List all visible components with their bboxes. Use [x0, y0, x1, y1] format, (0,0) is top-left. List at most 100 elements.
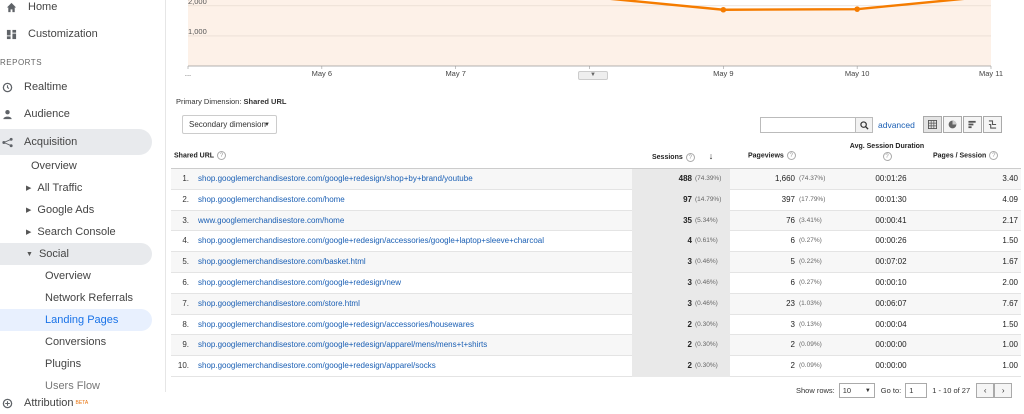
- sessions-percent: (0.61%): [695, 237, 718, 245]
- pageviews-percent: (0.13%): [799, 320, 822, 328]
- sessions-value: 488: [678, 174, 692, 183]
- x-tick-label: May 11: [979, 69, 1003, 78]
- show-rows-select[interactable]: 10 ▼: [838, 383, 875, 398]
- sidebar-item-plugins[interactable]: Plugins: [45, 353, 81, 375]
- shared-url-link[interactable]: shop.googlemerchandisestore.com/google+r…: [198, 335, 487, 356]
- pie-view-button[interactable]: [943, 116, 962, 133]
- help-icon[interactable]: ?: [217, 151, 227, 160]
- column-header-sessions[interactable]: Sessions? ↓: [652, 151, 713, 162]
- row-number: 8.: [182, 319, 189, 329]
- sessions-value: 3: [687, 257, 692, 267]
- sidebar-item-customization[interactable]: Customization: [4, 23, 98, 45]
- shared-url-link[interactable]: shop.googlemerchandisestore.com/google+r…: [198, 169, 473, 190]
- pageviews-percent: (17.79%): [799, 195, 826, 203]
- row-number: 5.: [182, 257, 189, 267]
- primary-dimension: Primary Dimension: Shared URL: [176, 97, 286, 106]
- sidebar-item-google-ads[interactable]: ▶ Google Ads: [26, 199, 94, 221]
- sidebar-item-label: Realtime: [24, 81, 68, 93]
- shared-url-link[interactable]: shop.googlemerchandisestore.com/store.ht…: [198, 294, 360, 315]
- pageviews-percent: (0.09%): [799, 362, 822, 370]
- row-number: 9.: [182, 340, 189, 350]
- sidebar-item-all-traffic[interactable]: ▶ All Traffic: [26, 177, 82, 199]
- pageviews-percent: (0.27%): [799, 278, 822, 286]
- column-header-pages-per-session[interactable]: Pages / Session?: [933, 151, 999, 160]
- chevron-right-icon: ›: [1001, 386, 1005, 395]
- sessions-value: 3: [687, 298, 692, 308]
- pageviews-value: 6: [790, 236, 795, 246]
- sidebar-item-label: Users Flow: [45, 380, 101, 392]
- sessions-value: 2: [687, 361, 692, 371]
- pageviews-percent: (0.22%): [799, 258, 822, 266]
- sidebar-item-realtime[interactable]: Realtime: [0, 76, 67, 98]
- pages-per-session-value: 1.50: [1002, 319, 1018, 329]
- sidebar-item-conversions[interactable]: Conversions: [45, 331, 106, 353]
- sidebar-item-attribution[interactable]: Attribution BETA: [0, 392, 166, 414]
- sidebar-item-label: Audience: [24, 108, 70, 120]
- sidebar: Home Customization REPORTS Realtime Audi…: [0, 0, 166, 414]
- help-icon[interactable]: ?: [989, 151, 999, 160]
- table-row: 1. shop.googlemerchandisestore.com/google…: [171, 169, 1021, 190]
- sidebar-item-search-console[interactable]: ▶ Search Console: [26, 221, 116, 243]
- help-icon[interactable]: ?: [882, 152, 892, 161]
- column-header-pageviews[interactable]: Pageviews?: [748, 151, 796, 160]
- sidebar-item-network-referrals[interactable]: Network Referrals: [45, 287, 133, 309]
- avg-session-duration-value: 00:06:07: [875, 298, 907, 308]
- sidebar-item-home[interactable]: Home: [4, 0, 57, 18]
- table-search-input[interactable]: [760, 117, 856, 133]
- shared-url-link[interactable]: shop.googlemerchandisestore.com/google+r…: [198, 273, 401, 294]
- sidebar-item-landing-pages[interactable]: Landing Pages: [0, 309, 152, 331]
- pages-per-session-value: 7.67: [1002, 298, 1018, 308]
- help-icon[interactable]: ?: [786, 151, 796, 160]
- pivot-view-button[interactable]: [983, 116, 1002, 133]
- sessions-percent: (0.46%): [695, 258, 718, 266]
- chevron-down-icon: ▼: [264, 121, 270, 128]
- pageviews-value: 6: [790, 277, 795, 287]
- column-header-shared-url[interactable]: Shared URL?: [174, 151, 227, 160]
- sidebar-item-label: Acquisition: [24, 136, 78, 148]
- avg-session-duration-value: 00:00:10: [875, 277, 907, 287]
- search-button[interactable]: [855, 117, 873, 133]
- prev-page-button[interactable]: ‹: [976, 383, 995, 398]
- next-page-button[interactable]: ›: [994, 383, 1013, 398]
- sidebar-item-label: Plugins: [45, 358, 82, 370]
- secondary-dimension-dropdown[interactable]: Secondary dimension ▼: [182, 115, 277, 134]
- shared-url-link[interactable]: shop.googlemerchandisestore.com/basket.h…: [198, 252, 366, 273]
- table-row: 9. shop.googlemerchandisestore.com/google…: [171, 335, 1021, 357]
- chevron-left-icon: ‹: [983, 386, 987, 395]
- sidebar-item-overview[interactable]: Overview: [31, 155, 77, 177]
- avg-session-duration-value: 00:01:30: [875, 194, 907, 204]
- avg-session-duration-value: 00:00:00: [875, 361, 907, 371]
- caret-right-icon: ▶: [26, 207, 32, 214]
- header-label: Pageviews: [748, 152, 784, 160]
- sidebar-item-social[interactable]: ▼ Social: [0, 243, 152, 265]
- row-number: 2.: [182, 194, 189, 204]
- avg-session-duration-value: 00:00:41: [875, 215, 907, 225]
- sidebar-item-label: Home: [28, 1, 58, 13]
- pivot-icon: [988, 120, 997, 129]
- help-icon[interactable]: ?: [685, 152, 695, 162]
- sidebar-item-audience[interactable]: Audience: [0, 103, 70, 125]
- sidebar-item-social-overview[interactable]: Overview: [45, 265, 91, 287]
- row-number: 7.: [182, 298, 189, 308]
- reports-section-label: REPORTS: [0, 58, 43, 67]
- shared-url-link[interactable]: shop.googlemerchandisestore.com/home: [198, 190, 345, 211]
- x-tick-label: ...: [185, 69, 191, 78]
- performance-view-button[interactable]: [963, 116, 982, 133]
- shared-url-link[interactable]: shop.googlemerchandisestore.com/google+r…: [198, 356, 436, 377]
- column-header-avg-session-duration[interactable]: Avg. Session Duration ?: [833, 143, 941, 161]
- sessions-percent: (0.30%): [695, 341, 718, 349]
- table-view-button[interactable]: [923, 116, 942, 133]
- sort-descending-icon[interactable]: ↓: [709, 151, 714, 161]
- x-tick-label: May 10: [845, 69, 870, 78]
- sessions-value: 4: [687, 236, 692, 246]
- sidebar-item-label: All Traffic: [37, 182, 83, 194]
- advanced-filter-link[interactable]: advanced: [878, 120, 915, 130]
- shared-url-link[interactable]: shop.googlemerchandisestore.com/google+r…: [198, 315, 474, 336]
- goto-page-input[interactable]: 1: [905, 383, 928, 398]
- sidebar-item-label: Social: [38, 248, 69, 260]
- sidebar-item-acquisition[interactable]: Acquisition: [0, 129, 152, 155]
- chart-collapse-handle[interactable]: ▼: [578, 71, 608, 80]
- shared-url-link[interactable]: www.googlemerchandisestore.com/home: [198, 211, 344, 232]
- shared-url-link[interactable]: shop.googlemerchandisestore.com/google+r…: [198, 231, 544, 252]
- acquisition-icon: [0, 135, 14, 149]
